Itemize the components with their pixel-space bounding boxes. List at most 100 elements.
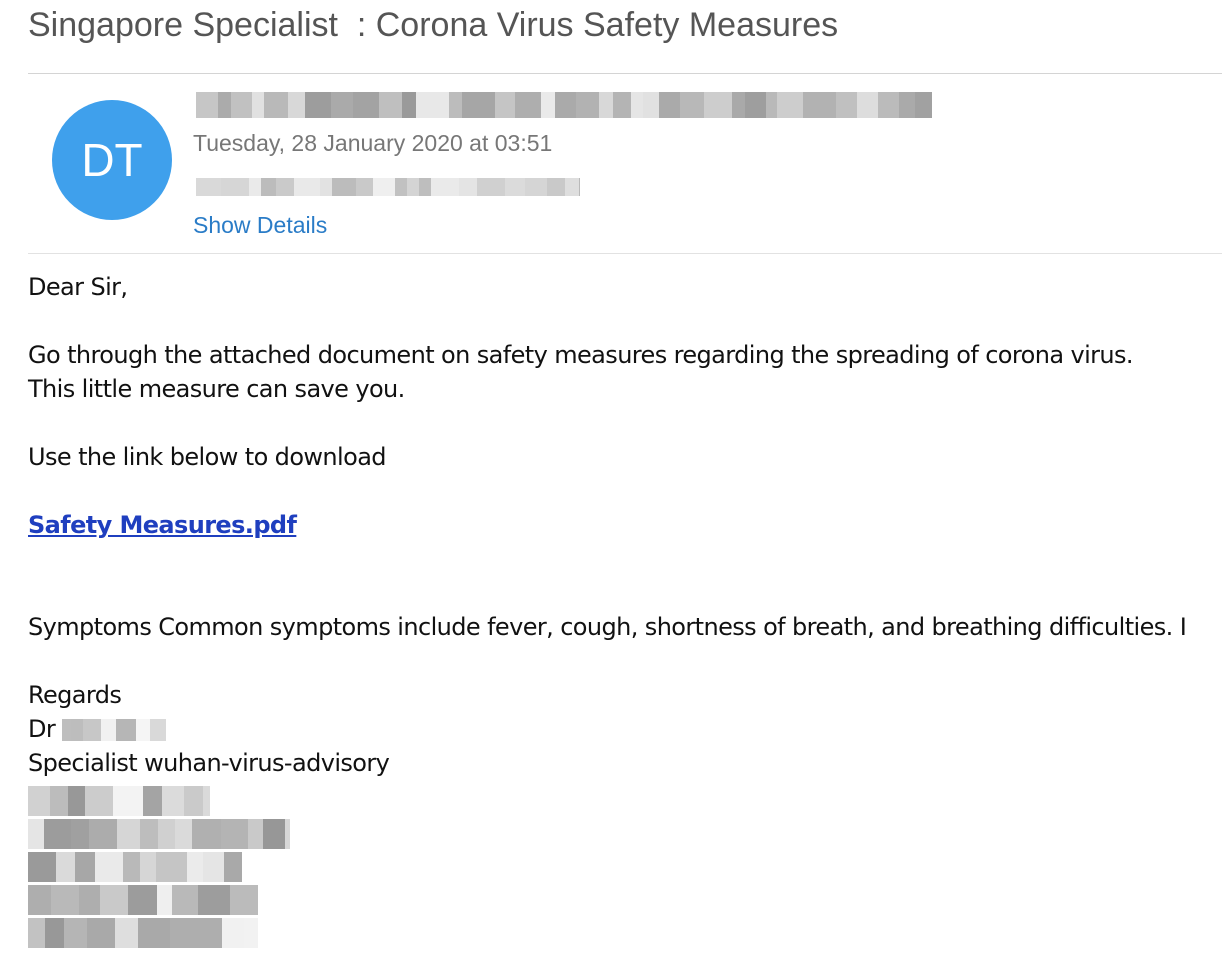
redaction-pixel (28, 885, 51, 915)
header-divider (28, 253, 1222, 254)
email-subject: Singapore Specialist : Corona Virus Safe… (28, 6, 839, 44)
redaction-pixel (525, 178, 547, 196)
body-paragraph-line1: Go through the attached document on safe… (28, 341, 1134, 369)
body-paragraph-line2: This little measure can save you. (28, 375, 405, 403)
redaction-pixel (353, 92, 379, 118)
signature-title: Specialist wuhan-virus-advisory (28, 749, 390, 777)
redaction-pixel (50, 786, 68, 816)
redaction-pixel (261, 178, 276, 196)
show-details-link[interactable]: Show Details (193, 212, 327, 239)
redaction-pixel (379, 92, 402, 118)
redaction-pixel (477, 178, 505, 196)
redaction-pixel (449, 92, 462, 118)
redaction-pixel (332, 178, 356, 196)
redaction-pixel (143, 786, 162, 816)
redacted-recipient (196, 172, 580, 202)
redaction-pixel (555, 92, 576, 118)
redaction-pixel (138, 918, 170, 948)
redaction-pixel (221, 819, 248, 849)
redaction-pixel (915, 92, 932, 118)
redaction-pixel (541, 92, 555, 118)
redaction-pixel (244, 918, 258, 948)
redaction-pixel (419, 178, 431, 196)
redaction-pixel (515, 92, 541, 118)
redaction-pixel (136, 719, 150, 741)
redaction-pixel (85, 786, 113, 816)
redaction-pixel (495, 92, 515, 118)
redaction-pixel (459, 178, 477, 196)
redaction-pixel (62, 719, 71, 741)
redaction-pixel (89, 819, 117, 849)
redaction-pixel (175, 819, 192, 849)
redaction-pixel (198, 885, 230, 915)
redaction-pixel (356, 178, 373, 196)
redacted-doctor-name (62, 716, 166, 744)
redaction-pixel (156, 852, 187, 882)
redaction-pixel (263, 819, 285, 849)
redaction-pixel (71, 719, 83, 741)
redaction-pixel (140, 819, 158, 849)
redaction-pixel (28, 786, 50, 816)
redacted-sender (196, 88, 932, 122)
redaction-pixel (230, 885, 258, 915)
redaction-pixel (221, 178, 249, 196)
redaction-pixel (157, 885, 172, 915)
redaction-pixel (224, 852, 242, 882)
redaction-pixel (192, 819, 221, 849)
redaction-pixel (331, 92, 353, 118)
redaction-pixel (803, 92, 836, 118)
redaction-pixel (878, 92, 899, 118)
sender-avatar: DT (52, 100, 172, 220)
redaction-pixel (836, 92, 857, 118)
redaction-pixel (101, 719, 116, 741)
redaction-pixel (87, 918, 115, 948)
redaction-pixel (79, 885, 100, 915)
redaction-pixel (704, 92, 732, 118)
redaction-pixel (899, 92, 915, 118)
redaction-pixel (680, 92, 704, 118)
redaction-pixel (643, 92, 659, 118)
redaction-pixel (294, 178, 320, 196)
redaction-pixel (373, 178, 395, 196)
greeting-text: Dear Sir, (28, 273, 128, 301)
redaction-pixel (631, 92, 643, 118)
redaction-pixel (431, 178, 459, 196)
redaction-pixel (579, 178, 580, 196)
redaction-pixel (140, 852, 156, 882)
redaction-pixel (659, 92, 680, 118)
redacted-signature-line (28, 786, 294, 816)
redaction-pixel (172, 885, 198, 915)
redaction-pixel (402, 92, 416, 118)
pdf-download-link[interactable]: Safety Measures.pdf (28, 511, 297, 539)
redaction-pixel (64, 918, 87, 948)
redaction-pixel (203, 786, 210, 816)
redaction-pixel (150, 719, 166, 741)
redaction-pixel (117, 819, 140, 849)
redaction-pixel (51, 885, 79, 915)
redacted-signature-line (28, 819, 294, 849)
redaction-pixel (288, 92, 305, 118)
redaction-pixel (75, 852, 95, 882)
redacted-signature-line (28, 918, 294, 948)
doctor-prefix: Dr (28, 715, 56, 743)
redaction-pixel (320, 178, 332, 196)
redaction-pixel (576, 92, 599, 118)
redaction-pixel (745, 92, 766, 118)
email-date: Tuesday, 28 January 2020 at 03:51 (193, 130, 553, 156)
redaction-pixel (56, 852, 75, 882)
redaction-pixel (248, 819, 263, 849)
redaction-pixel (28, 852, 56, 882)
redaction-pixel (777, 92, 803, 118)
redaction-pixel (222, 918, 244, 948)
redaction-pixel (196, 178, 221, 196)
redaction-pixel (276, 178, 294, 196)
redaction-pixel (68, 786, 85, 816)
redaction-pixel (766, 92, 777, 118)
redaction-pixel (115, 918, 138, 948)
redacted-signature-block (28, 786, 294, 952)
redaction-pixel (249, 178, 261, 196)
redacted-signature-line (28, 852, 294, 882)
regards-text: Regards (28, 681, 122, 709)
redaction-pixel (71, 819, 89, 849)
redaction-pixel (28, 819, 44, 849)
